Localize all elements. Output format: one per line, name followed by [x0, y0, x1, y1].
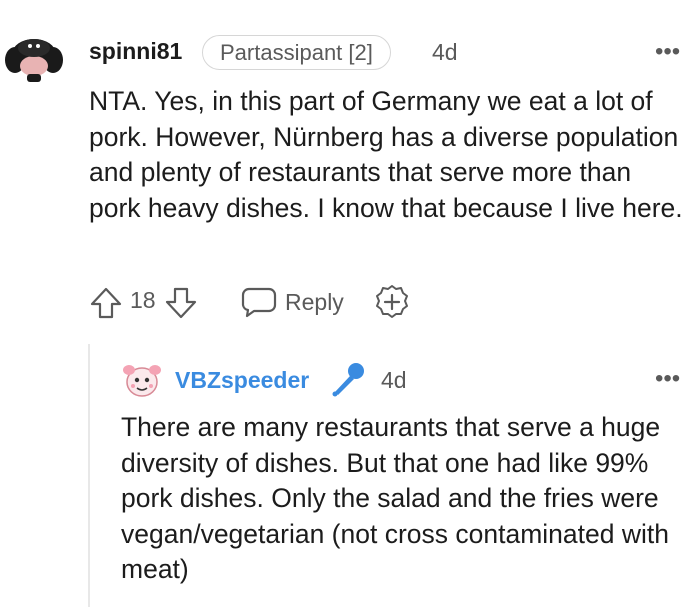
- add-award-icon[interactable]: [374, 284, 410, 320]
- vote-score: 18: [130, 287, 156, 313]
- more-options-icon[interactable]: •••: [655, 38, 680, 66]
- reply-label: Reply: [285, 288, 344, 315]
- thread-line[interactable]: [88, 344, 90, 607]
- avatar[interactable]: [3, 34, 65, 84]
- avatar[interactable]: [120, 358, 164, 402]
- speech-bubble-icon: [241, 287, 277, 318]
- timestamp: 4d: [432, 39, 458, 65]
- user-flair: Partassipant [2]: [202, 35, 391, 70]
- comment-text: There are many restaurants that serve a …: [121, 412, 669, 584]
- microphone-icon: [332, 363, 364, 397]
- timestamp: 4d: [381, 367, 407, 393]
- more-options-icon[interactable]: •••: [655, 365, 680, 393]
- comment-body: There are many restaurants that serve a …: [121, 410, 693, 588]
- upvote-icon[interactable]: [89, 286, 123, 320]
- downvote-icon[interactable]: [164, 286, 198, 320]
- username[interactable]: spinni81: [89, 38, 182, 65]
- reply-button[interactable]: Reply: [241, 283, 344, 321]
- comment-text: NTA. Yes, in this part of Germany we eat…: [89, 86, 683, 223]
- comment-body: NTA. Yes, in this part of Germany we eat…: [89, 84, 689, 226]
- username[interactable]: VBZspeeder: [175, 367, 309, 394]
